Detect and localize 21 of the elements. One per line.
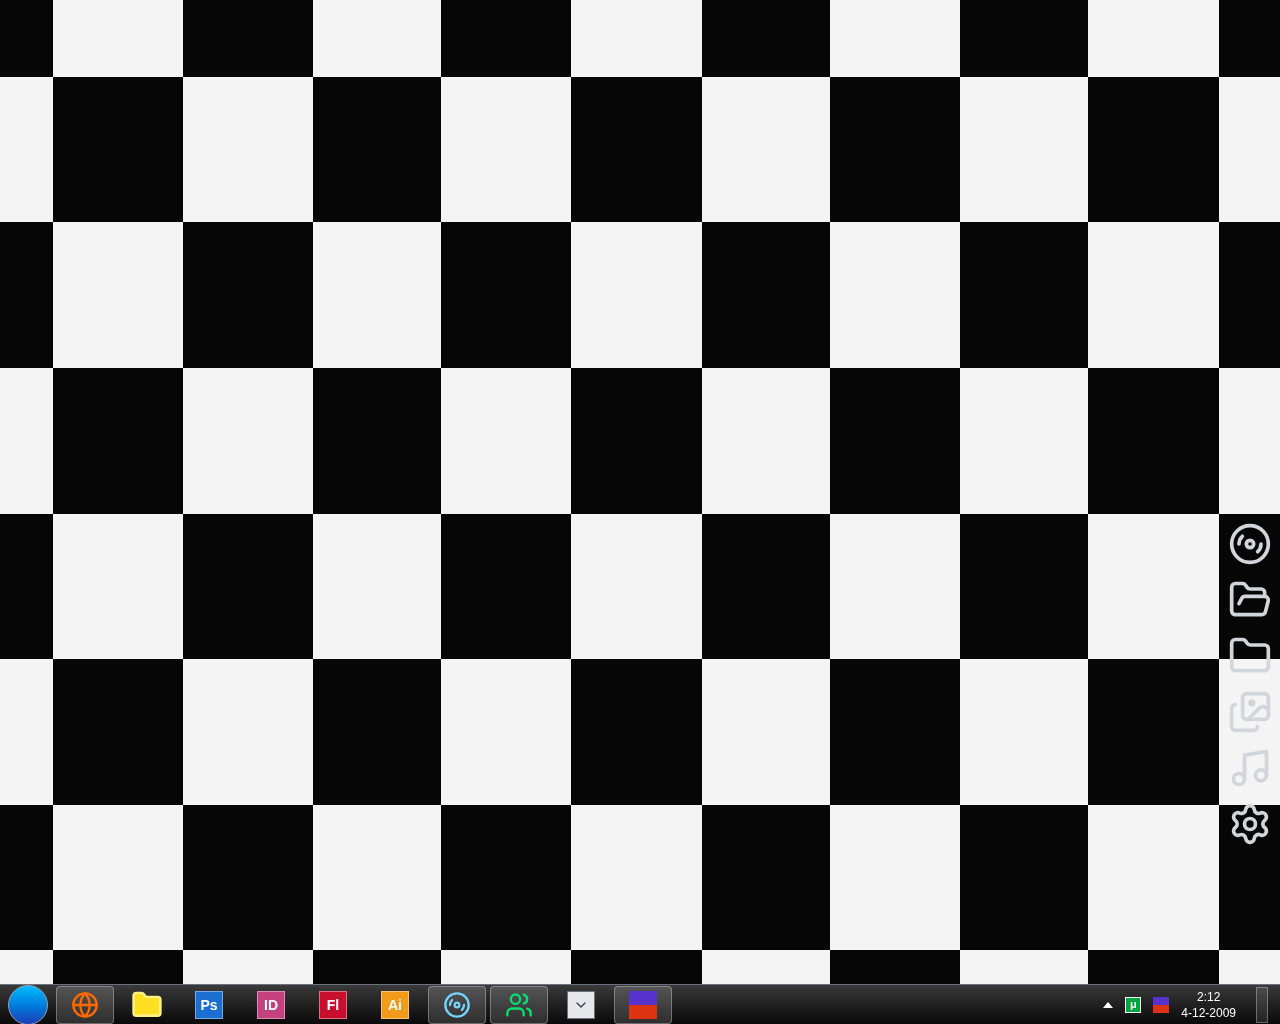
- app-icon: ID: [257, 990, 285, 1019]
- taskbar-button[interactable]: [428, 985, 486, 1024]
- app-icon: Ai: [381, 990, 409, 1019]
- taskbar-button[interactable]: Fl: [304, 985, 362, 1024]
- app-logo-icon: [629, 990, 657, 1019]
- disc-icon: [443, 990, 471, 1019]
- show-hidden-icons-icon[interactable]: [1103, 1001, 1114, 1008]
- start-button[interactable]: [8, 984, 48, 1024]
- taskbar-button[interactable]: ID: [242, 985, 300, 1024]
- dropdown-icon: [567, 990, 595, 1019]
- tray-logo-icon[interactable]: [1153, 996, 1170, 1013]
- show-desktop-button[interactable]: [1256, 986, 1268, 1023]
- taskbar-button[interactable]: Ps: [180, 985, 238, 1024]
- app-icon: Ps: [195, 990, 223, 1019]
- app-icon: Fl: [319, 990, 347, 1019]
- tray-app-icon[interactable]: μ: [1125, 996, 1142, 1013]
- globe-icon: [71, 990, 99, 1019]
- clock[interactable]: 2:12 4-12-2009: [1181, 988, 1236, 1021]
- people-icon: [505, 990, 533, 1019]
- disc-icon[interactable]: [1228, 522, 1272, 566]
- taskbar-button[interactable]: [490, 985, 548, 1024]
